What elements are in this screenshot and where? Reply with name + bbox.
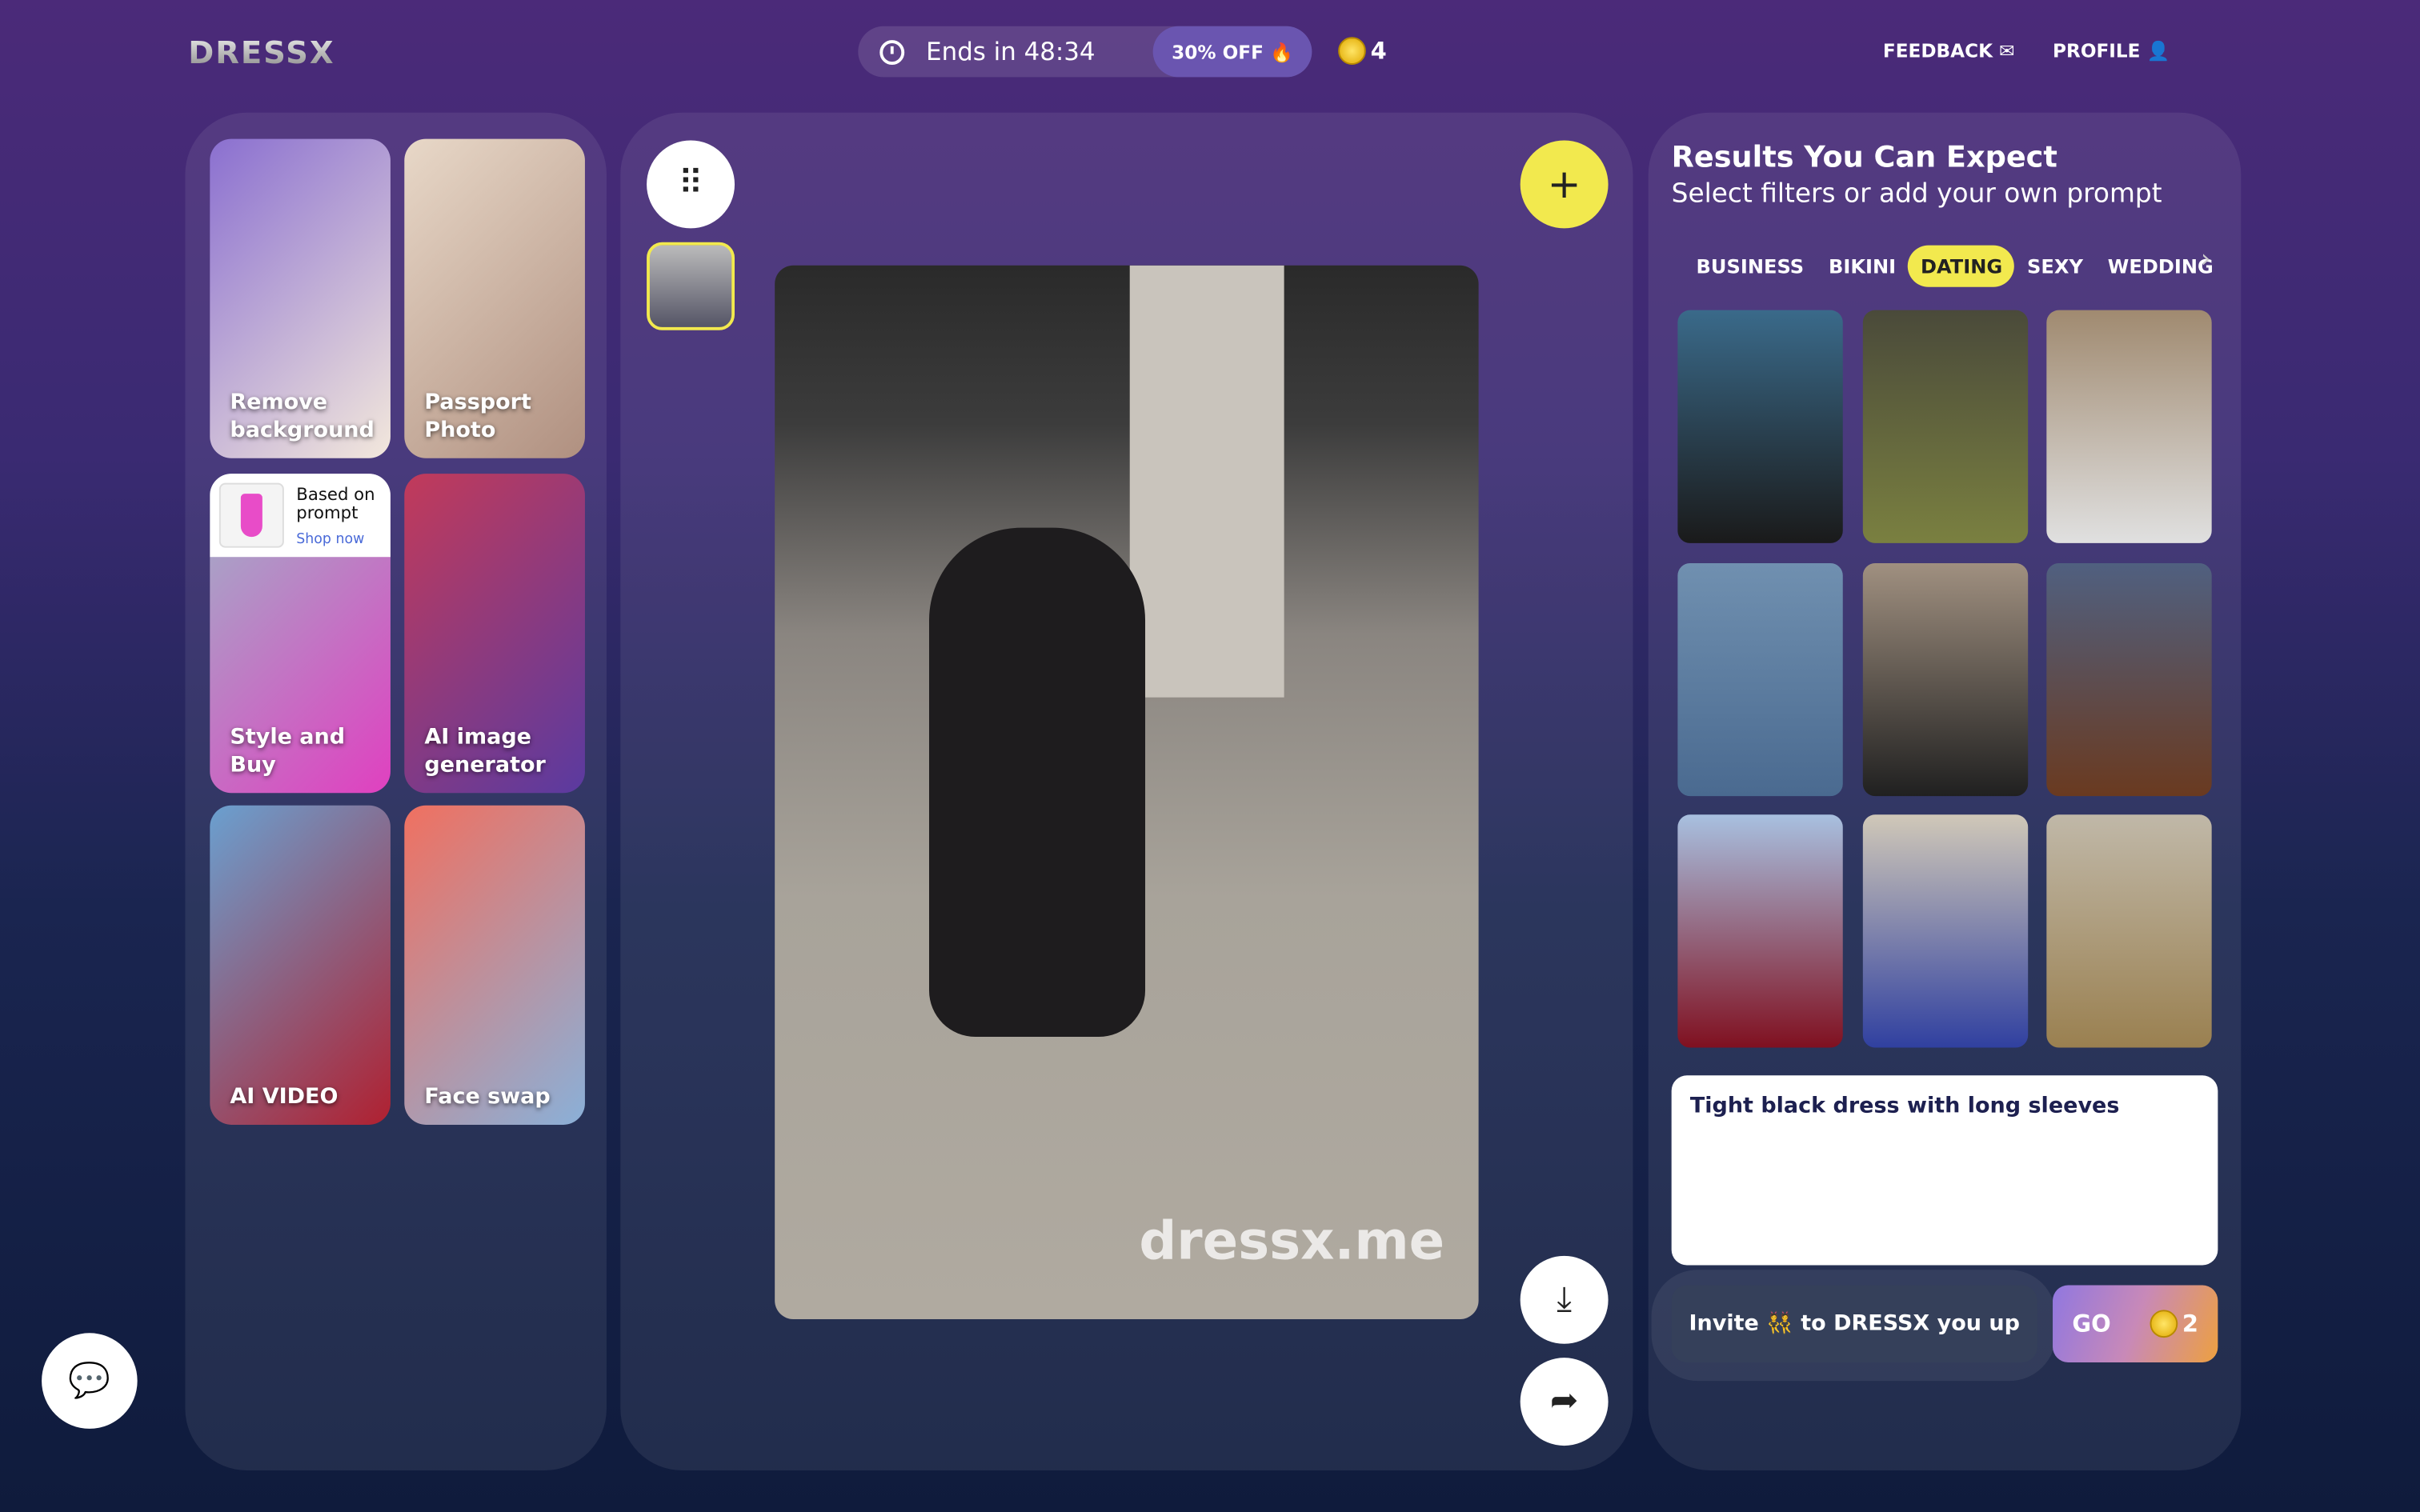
tool-tile[interactable]: Passport Photo	[404, 138, 585, 458]
tool-tile[interactable]: Based on prompt Shop now Style and Buy	[210, 474, 391, 794]
coin-count: 4	[1370, 37, 1387, 66]
tool-label: Remove background	[230, 390, 375, 443]
coin-balance[interactable]: 4	[1338, 37, 1387, 66]
result-image[interactable]	[1677, 814, 1843, 1048]
result-image[interactable]	[1677, 310, 1843, 543]
download-icon[interactable]: ⤓	[1520, 1255, 1609, 1344]
shop-now-link[interactable]: Shop now	[296, 530, 364, 549]
result-image[interactable]	[1862, 562, 2029, 797]
tool-label: Style and Buy	[230, 725, 346, 778]
tool-tile[interactable]: AI VIDEO	[210, 805, 391, 1125]
tab-sexy[interactable]: SEXY	[2015, 246, 2096, 287]
app: DRESSX Ends in 48:34 30% OFF 🔥 4 FEEDBAC…	[0, 0, 2420, 1512]
discount-badge[interactable]: 30% OFF 🔥	[1152, 26, 1312, 78]
person-figure	[929, 527, 1146, 1038]
dress-thumbnail	[218, 482, 284, 548]
tool-label: Face swap	[424, 1084, 551, 1110]
results-title: Results You Can Expect	[1671, 140, 2057, 174]
go-cost: 2	[2182, 1310, 2199, 1338]
invite-button[interactable]: Invite 👯 to DRESSX you up	[1671, 1285, 2037, 1362]
result-image[interactable]	[1677, 562, 1843, 797]
tool-tile[interactable]: Face swap	[404, 805, 585, 1125]
result-image[interactable]	[2046, 310, 2212, 543]
tools-panel: Remove background Passport Photo Based on …	[185, 112, 607, 1470]
go-label: GO	[2072, 1310, 2111, 1338]
main-photo: dressx.me	[775, 265, 1479, 1319]
timer-text: Ends in 48:34	[926, 37, 1096, 66]
go-button[interactable]: GO 2	[2053, 1285, 2218, 1362]
result-image[interactable]	[1862, 310, 2029, 543]
coin-icon	[1338, 37, 1366, 66]
prompt-input[interactable]: Tight black dress with long sleeves	[1671, 1075, 2218, 1266]
tool-tile[interactable]: AI image generator	[404, 474, 585, 794]
logo[interactable]: DRESSX	[188, 34, 335, 70]
tool-label: AI image generator	[424, 725, 546, 778]
chat-icon[interactable]: 💬	[42, 1333, 138, 1429]
promo-timer[interactable]: Ends in 48:34 30% OFF 🔥	[858, 26, 1312, 78]
tool-label: AI VIDEO	[230, 1084, 339, 1110]
watermark: dressx.me	[1139, 1210, 1445, 1274]
tab-bikini[interactable]: BIKINI	[1817, 246, 1909, 287]
tool-label: Passport Photo	[424, 390, 531, 443]
share-icon[interactable]: ➦	[1520, 1358, 1609, 1446]
result-image[interactable]	[2046, 814, 2212, 1048]
tool-tile[interactable]: Remove background	[210, 138, 391, 458]
product-card[interactable]: Based on prompt Shop now	[210, 474, 391, 558]
tab-business[interactable]: BUSINESS	[1684, 246, 1816, 287]
editor-panel: ⠿ + dressx.me ⤓ ➦	[620, 112, 1633, 1470]
feedback-link[interactable]: FEEDBACK ✉	[1883, 40, 2015, 62]
tab-dating[interactable]: DATING	[1908, 245, 2015, 287]
card-title: Based on prompt	[296, 484, 375, 523]
pillar	[1129, 265, 1284, 698]
grid-icon[interactable]: ⠿	[647, 140, 735, 229]
plus-icon[interactable]: +	[1520, 140, 1609, 229]
results-subtitle: Select filters or add your own prompt	[1671, 178, 2162, 210]
coin-icon	[2150, 1310, 2178, 1338]
photo-thumbnail[interactable]	[647, 242, 735, 330]
chevron-right-icon[interactable]: ›	[2201, 244, 2210, 274]
result-image[interactable]	[1862, 814, 2029, 1048]
profile-link[interactable]: PROFILE 👤	[2053, 40, 2170, 62]
clock-icon	[879, 39, 905, 65]
result-image[interactable]	[2046, 562, 2212, 797]
filter-tabs: BUSINESS BIKINI DATING SEXY WEDDING	[1684, 245, 2226, 287]
